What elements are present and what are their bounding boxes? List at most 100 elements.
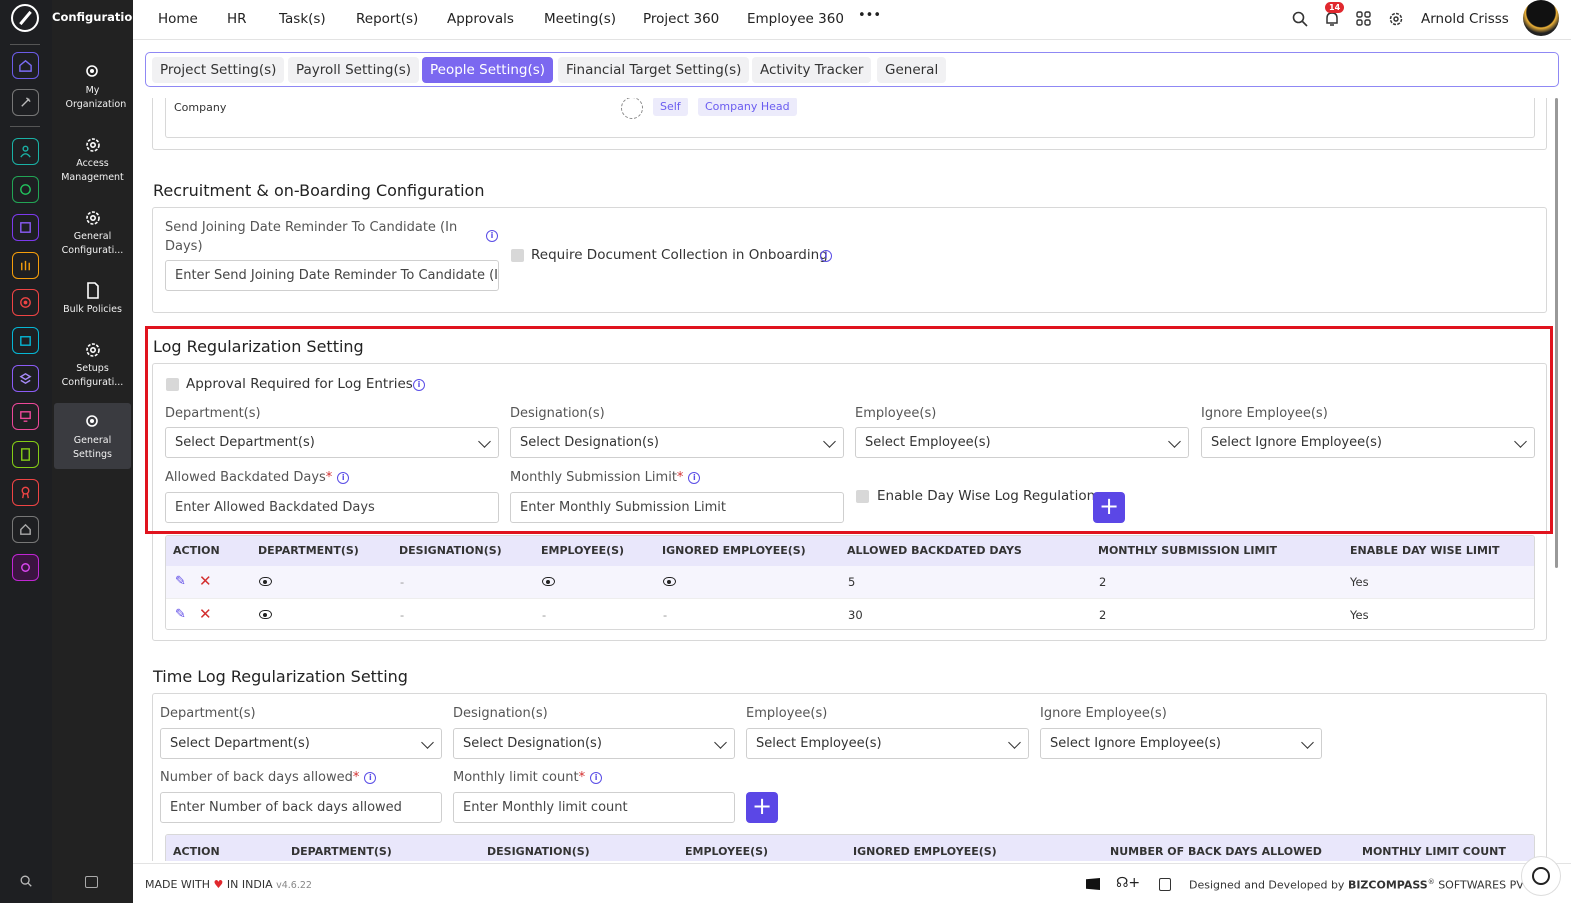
nav-more-icon[interactable]: ••• <box>858 8 881 23</box>
edit-icon[interactable]: ✎ <box>175 574 186 589</box>
windows-icon[interactable] <box>1086 878 1100 890</box>
tl-back-days-label: Number of back days allowed* i <box>160 770 377 785</box>
tab-financial-target-settings[interactable]: Financial Target Setting(s) <box>558 57 750 83</box>
submenu-label: Access Management <box>61 158 124 183</box>
tab-people-settings[interactable]: People Setting(s) <box>422 57 554 83</box>
view-employees-icon[interactable] <box>542 577 555 586</box>
tl-employee-select[interactable]: Select Employee(s) <box>746 728 1029 759</box>
reminder-input[interactable]: Enter Send Joining Date Reminder To Cand… <box>165 260 499 291</box>
tl-monthly-input[interactable]: Enter Monthly limit count <box>453 792 735 823</box>
time-log-table: ACTION DEPARTMENT(S) DESIGNATION(S) EMPL… <box>165 834 1535 861</box>
hands-module-icon[interactable] <box>12 252 39 279</box>
department-select[interactable]: Select Department(s) <box>165 427 499 458</box>
monitor-module-icon[interactable] <box>12 403 39 430</box>
submenu-my-organization[interactable]: My Organization <box>52 62 133 112</box>
monthly-limit-input[interactable]: Enter Monthly Submission Limit <box>510 492 844 523</box>
user-name[interactable]: Arnold Crisss <box>1421 11 1509 27</box>
home-module-icon[interactable] <box>12 52 39 79</box>
tab-general[interactable]: General <box>877 57 947 83</box>
view-departments-icon[interactable] <box>259 610 272 619</box>
nav-hr[interactable]: HR <box>227 11 247 27</box>
award-module-icon[interactable] <box>12 479 39 506</box>
submenu-setups-configuration[interactable]: Setups Configurati... <box>52 340 133 390</box>
hr-module-icon[interactable] <box>12 176 39 203</box>
doc-collection-checkbox[interactable] <box>511 249 524 262</box>
people-module-icon[interactable] <box>12 138 39 165</box>
tab-payroll-settings[interactable]: Payroll Setting(s) <box>288 57 420 83</box>
approval-required-checkbox[interactable] <box>166 378 179 391</box>
tag-self[interactable]: Self <box>653 98 688 116</box>
cell-monthly: 2 <box>1099 608 1107 622</box>
submenu-bulk-policies[interactable]: Bulk Policies <box>52 281 133 317</box>
day-wise-checkbox[interactable] <box>856 490 869 503</box>
table-header: ACTION DEPARTMENT(S) DESIGNATION(S) EMPL… <box>166 536 1534 566</box>
settings-gear-icon[interactable] <box>1387 10 1405 28</box>
footer-credit: Designed and Developed by BIZCOMPASS® SO… <box>1189 878 1531 892</box>
nav-approvals[interactable]: Approvals <box>447 11 514 27</box>
archive-module-icon[interactable] <box>12 327 39 354</box>
tl-designation-label: Designation(s) <box>453 706 548 721</box>
task-module-icon[interactable] <box>12 214 39 241</box>
timer-icon[interactable] <box>1521 856 1561 896</box>
nav-employee-360[interactable]: Employee 360 <box>747 11 844 27</box>
apps-grid-icon[interactable] <box>1355 10 1373 28</box>
rail-divider <box>10 44 40 45</box>
backdated-days-input[interactable]: Enter Allowed Backdated Days <box>165 492 499 523</box>
collapse-sidebar-icon[interactable] <box>85 876 98 888</box>
table-row: ✎ ✕ - 5 2 Yes <box>166 566 1534 598</box>
document-module-icon[interactable] <box>12 441 39 468</box>
department-label: Department(s) <box>165 406 261 421</box>
chevron-down-icon <box>1301 736 1314 749</box>
tl-ignore-select[interactable]: Select Ignore Employee(s) <box>1040 728 1322 759</box>
tag-company-head[interactable]: Company Head <box>698 98 797 116</box>
delete-icon[interactable]: ✕ <box>199 605 212 623</box>
house-module-icon[interactable] <box>12 516 39 543</box>
designation-select[interactable]: Select Designation(s) <box>510 427 844 458</box>
nav-meetings[interactable]: Meeting(s) <box>544 11 616 27</box>
nav-home[interactable]: Home <box>158 11 198 27</box>
settings-module-icon[interactable] <box>12 554 39 581</box>
page-scrollbar[interactable] <box>1555 98 1558 568</box>
view-departments-icon[interactable] <box>259 577 272 586</box>
delete-icon[interactable]: ✕ <box>199 572 212 590</box>
col-monthly-limit: MONTHLY SUBMISSION LIMIT <box>1098 544 1278 557</box>
info-icon[interactable]: i <box>688 472 701 484</box>
app-logo-icon[interactable] <box>11 4 39 32</box>
tl-add-rule-button[interactable]: + <box>746 792 778 823</box>
pin-module-icon[interactable] <box>12 89 39 116</box>
add-rule-button[interactable]: + <box>1093 492 1125 523</box>
tab-project-settings[interactable]: Project Setting(s) <box>152 57 285 83</box>
info-icon[interactable]: i <box>486 230 498 242</box>
avatar[interactable] <box>1523 0 1559 36</box>
support-add-icon[interactable]: ☊+ <box>1116 875 1140 891</box>
tl-department-select[interactable]: Select Department(s) <box>160 728 442 759</box>
tl-back-days-input[interactable]: Enter Number of back days allowed <box>160 792 442 823</box>
nav-tasks[interactable]: Task(s) <box>279 11 326 27</box>
add-approver-icon[interactable] <box>621 98 643 119</box>
info-icon[interactable]: i <box>337 472 350 484</box>
app-root: Configuration My Organization Access Man… <box>0 0 1571 903</box>
layers-module-icon[interactable] <box>12 365 39 392</box>
info-icon[interactable]: i <box>820 250 832 262</box>
info-icon[interactable]: i <box>590 772 603 784</box>
view-ignored-icon[interactable] <box>663 577 676 586</box>
search-icon[interactable] <box>1291 10 1309 28</box>
tl-designation-select[interactable]: Select Designation(s) <box>453 728 735 759</box>
edit-icon[interactable]: ✎ <box>175 607 186 622</box>
nav-project-360[interactable]: Project 360 <box>643 11 719 27</box>
info-icon[interactable]: i <box>413 379 425 391</box>
log-regularization-title: Log Regularization Setting <box>153 337 364 356</box>
ignore-employee-select[interactable]: Select Ignore Employee(s) <box>1201 427 1535 458</box>
document-icon[interactable] <box>1159 878 1171 891</box>
nav-reports[interactable]: Report(s) <box>356 11 418 27</box>
target-module-icon[interactable] <box>12 289 39 316</box>
submenu-access-management[interactable]: Access Management <box>52 135 133 185</box>
info-icon[interactable]: i <box>364 772 377 784</box>
search-icon[interactable] <box>13 870 39 892</box>
submenu-general-configuration[interactable]: General Configurati... <box>52 208 133 258</box>
tl-department-label: Department(s) <box>160 706 256 721</box>
cell-designation: - <box>400 575 405 589</box>
submenu-general-settings[interactable]: General Settings <box>54 403 131 469</box>
tab-activity-tracker[interactable]: Activity Tracker <box>752 57 872 83</box>
employee-select[interactable]: Select Employee(s) <box>855 427 1189 458</box>
